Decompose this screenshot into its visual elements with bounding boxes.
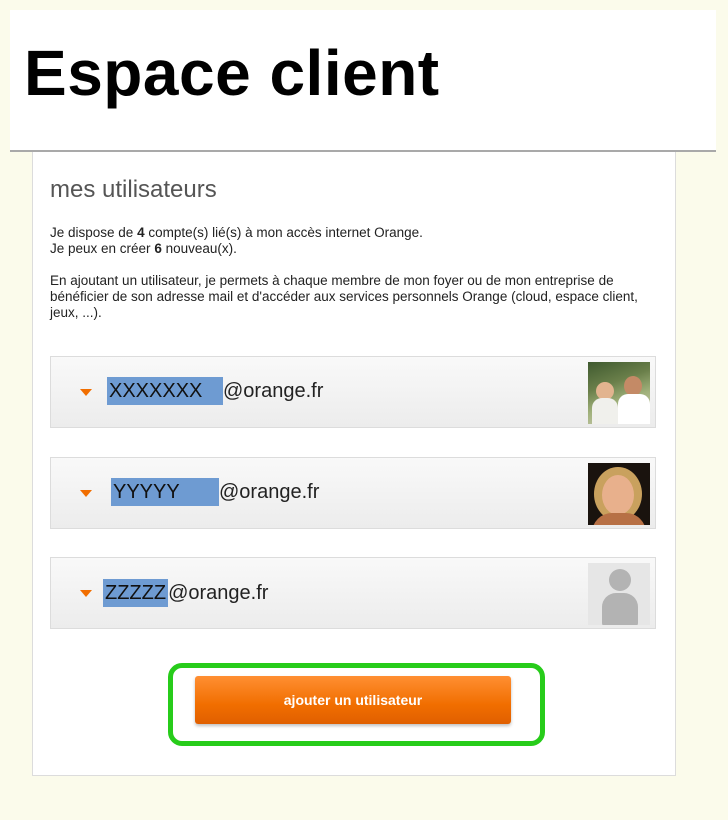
linked-accounts-count: 4 (137, 225, 145, 240)
linked-accounts-text: Je dispose de 4 compte(s) lié(s) à mon a… (50, 225, 423, 240)
chevron-down-icon[interactable] (80, 590, 92, 597)
info-paragraph: En ajoutant un utilisateur, je permets à… (50, 273, 638, 320)
user-email: YYYYY @orange.fr (111, 478, 319, 506)
add-user-button[interactable]: ajouter un utilisateur (195, 676, 511, 724)
users-panel: mes utilisateurs Je dispose de 4 compte(… (32, 152, 676, 776)
user-avatar-photo (588, 362, 650, 424)
available-accounts-count: 6 (154, 241, 162, 256)
page-header: Espace client (10, 10, 716, 152)
section-title: mes utilisateurs (50, 176, 217, 203)
chevron-down-icon[interactable] (80, 490, 92, 497)
account-info: Je dispose de 4 compte(s) lié(s) à mon a… (50, 225, 660, 321)
chevron-down-icon[interactable] (80, 389, 92, 396)
available-accounts-text: Je peux en créer 6 nouveau(x). (50, 241, 237, 256)
user-row[interactable]: YYYYY @orange.fr (50, 457, 656, 529)
user-email: ZZZZZ @orange.fr (103, 579, 268, 607)
user-row[interactable]: ZZZZZ @orange.fr (50, 557, 656, 629)
generic-user-icon (588, 563, 650, 625)
masked-username: ZZZZZ (103, 579, 169, 607)
user-avatar-photo (588, 463, 650, 525)
user-email: XXXXXXX @orange.fr (107, 377, 323, 405)
masked-username: XXXXXXX (107, 377, 223, 405)
page-title: Espace client (24, 37, 440, 109)
masked-username: YYYYY (111, 478, 219, 506)
user-row[interactable]: XXXXXXX @orange.fr (50, 356, 656, 428)
